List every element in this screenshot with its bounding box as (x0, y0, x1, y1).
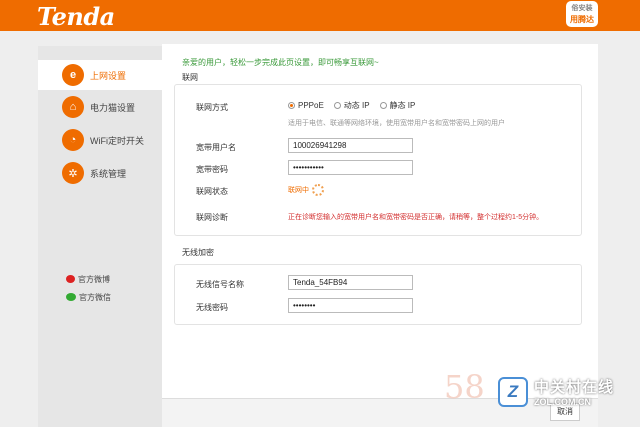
wechat-icon (66, 293, 76, 301)
wireless-section-title: 无线加密 (182, 248, 214, 257)
mode-radio-group: PPPoE 动态 IP 静态 IP (288, 100, 425, 111)
zol-logo-icon: Z (498, 376, 528, 407)
main-content: 亲爱的用户，轻松一步完成此页设置，即可畅享互联网~ 联网 联网方式 PPPoE … (162, 44, 598, 427)
username-input[interactable] (288, 138, 413, 153)
radio-pppoe[interactable] (288, 102, 295, 109)
top-bar: Tenda 俗安装 用腾达 (0, 0, 640, 31)
badge-line-1: 俗安装 (571, 5, 593, 12)
badge-line-2: 用腾达 (570, 15, 594, 24)
ssid-input[interactable] (288, 275, 413, 290)
static-ip-option[interactable]: 静态 IP (379, 100, 416, 111)
house-icon: ⌂ (62, 96, 84, 118)
zol-watermark: Z 中关村在线 ZOL.COM.CN (498, 376, 614, 407)
sidebar-item-powerline[interactable]: ⌂ 电力猫设置 (38, 92, 162, 122)
static-label: 静态 IP (389, 101, 416, 110)
wifi-password-label: 无线密码 (196, 303, 228, 312)
wechat-link[interactable]: 官方微信 (66, 288, 111, 306)
sidebar-item-label: WiFi定时开关 (90, 135, 144, 146)
zol-name: 中关村在线 (534, 379, 615, 396)
zol-url: ZOL.COM.CN (534, 397, 591, 407)
password-input[interactable] (288, 160, 413, 175)
social-links: 官方微博 官方微信 (66, 270, 111, 306)
sidebar-item-wifi-schedule[interactable]: ◔ WiFi定时开关 (38, 125, 162, 155)
sidebar: e 上网设置 ⌂ 电力猫设置 ◔ WiFi定时开关 ✲ 系统管理 官方微博 官方… (38, 46, 162, 427)
watermark-58: 58 (444, 368, 485, 406)
radio-static[interactable] (379, 102, 387, 109)
zol-text: 中关村在线 ZOL.COM.CN (534, 376, 614, 407)
internet-section-title: 联网 (182, 73, 198, 82)
weibo-link[interactable]: 官方微博 (66, 270, 111, 288)
status-label: 联网状态 (196, 187, 228, 196)
sidebar-item-internet[interactable]: e 上网设置 (38, 60, 162, 90)
radio-dhcp[interactable] (333, 102, 341, 109)
dhcp-option[interactable]: 动态 IP (333, 100, 370, 111)
sidebar-item-label: 上网设置 (90, 70, 127, 81)
mode-label: 联网方式 (196, 103, 228, 112)
mode-hint: 适用于电信、联通等网络环境，使用宽带用户名和宽带密码上网的用户 (288, 120, 505, 127)
wechat-label: 官方微信 (79, 292, 111, 302)
welcome-text: 亲爱的用户，轻松一步完成此页设置，即可畅享互联网~ (182, 58, 379, 67)
tenda-logo: Tenda (37, 2, 115, 31)
sidebar-item-system[interactable]: ✲ 系统管理 (38, 158, 162, 188)
pppoe-label: PPPoE (298, 101, 324, 110)
clock-icon: ◔ (62, 129, 84, 151)
sidebar-item-label: 系统管理 (90, 168, 127, 179)
dhcp-label: 动态 IP (343, 101, 370, 110)
internet-icon: e (62, 64, 84, 86)
diag-label: 联网诊断 (196, 213, 228, 222)
slogan-badge: 俗安装 用腾达 (566, 1, 598, 27)
loading-spinner-icon (312, 184, 324, 196)
status-value: 联网中 (288, 184, 324, 196)
sidebar-item-label: 电力猫设置 (90, 102, 136, 113)
diag-message: 正在诊断您输入的宽带用户名和宽带密码是否正确，请稍等，整个过程约1-5分钟。 (288, 214, 544, 221)
weibo-label: 官方微博 (78, 274, 110, 284)
wireless-panel: 无线信号名称 无线密码 (174, 264, 582, 325)
password-label: 宽带密码 (196, 165, 228, 174)
ssid-label: 无线信号名称 (196, 280, 244, 289)
weibo-icon (66, 275, 75, 283)
gear-icon: ✲ (62, 162, 84, 184)
pppoe-option[interactable]: PPPoE (288, 101, 324, 110)
internet-panel: 联网方式 PPPoE 动态 IP 静态 IP 适用于电信、联通等网络环境，使用宽… (174, 84, 582, 236)
wifi-password-input[interactable] (288, 298, 413, 313)
status-text: 联网中 (288, 187, 309, 194)
username-label: 宽带用户名 (196, 143, 236, 152)
